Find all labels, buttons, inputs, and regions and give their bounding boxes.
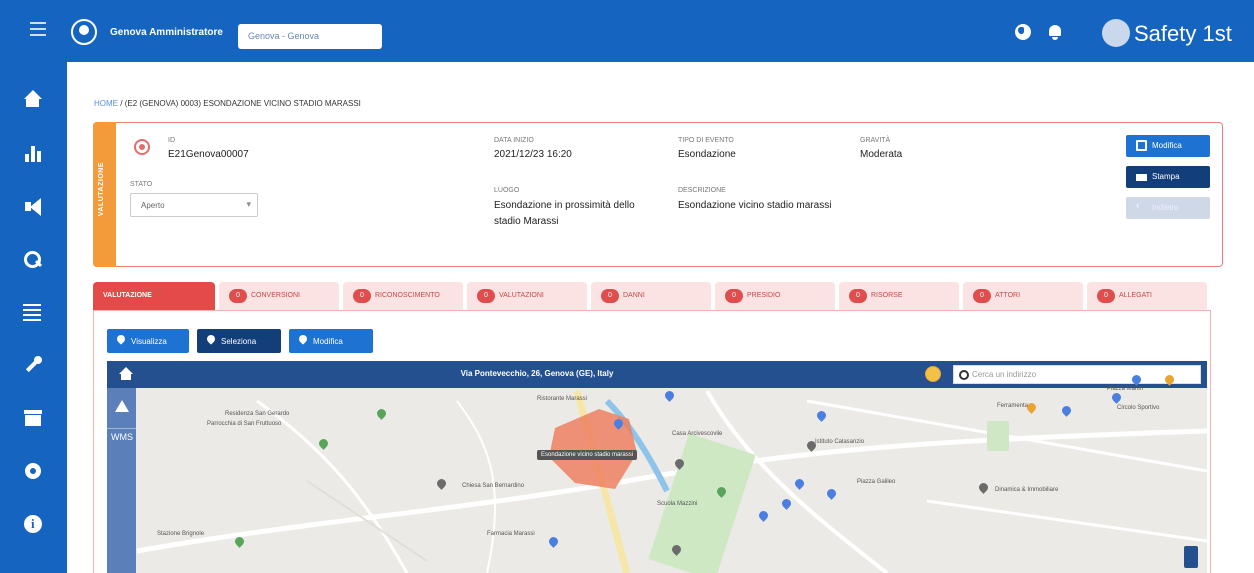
lock-icon[interactable]	[925, 366, 941, 382]
map-layer-control[interactable]	[1184, 546, 1198, 568]
tab-valutazione[interactable]: VALUTAZIONE	[93, 282, 215, 310]
map-place: Casa Arcivescovile	[672, 431, 723, 437]
map-place: Parrocchia di San Fruttuoso	[207, 421, 282, 427]
globe-icon[interactable]	[1015, 24, 1031, 40]
tab-risorse[interactable]: 0 RISORSE	[839, 282, 959, 310]
seleziona-button[interactable]: Seleziona	[197, 329, 281, 353]
target-icon	[134, 139, 150, 155]
tab-presidio[interactable]: 0 PRESIDIO	[715, 282, 835, 310]
breadcrumb-home[interactable]: HOME	[94, 99, 118, 108]
modifica-button[interactable]: Modifica	[1126, 135, 1210, 157]
map-place: Dinamica & Immobiliare	[995, 487, 1059, 493]
user-name: Genova Amministratore	[110, 27, 223, 38]
map-place: Chiesa San Bernardino	[462, 483, 525, 489]
edit-icon	[1136, 140, 1147, 151]
map-search-input[interactable]: Cerca un indirizzo	[953, 365, 1201, 384]
descrizione-label: DESCRIZIONE	[678, 187, 726, 194]
map-place: Ferramenta	[997, 403, 1029, 409]
map-place: Piazza Manin	[1107, 386, 1144, 392]
wms-layer-toggle[interactable]: WMS	[111, 432, 133, 442]
luogo-label: LUOGO	[494, 187, 520, 194]
data-label: DATA INIZIO	[494, 137, 534, 144]
luogo-value-line1: Esondazione in prossimità dello	[494, 200, 635, 211]
search-icon[interactable]	[23, 250, 43, 270]
id-value: E21Genova00007	[168, 149, 249, 160]
top-bar: Genova Amministratore Genova - Genova Sa…	[0, 0, 1254, 62]
archive-icon[interactable]	[23, 408, 43, 428]
list-icon[interactable]	[23, 302, 43, 322]
map-title: Via Pontevecchio, 26, Genova (GE), Italy	[460, 369, 614, 378]
tab-danni[interactable]: 0 DANNI	[591, 282, 711, 310]
gravita-label: GRAVITÀ	[860, 137, 891, 144]
print-icon	[1136, 174, 1147, 181]
info-icon[interactable]	[23, 514, 43, 534]
wrench-icon[interactable]	[23, 355, 43, 375]
megaphone-icon[interactable]	[23, 197, 43, 217]
event-summary-card: VALUTAZIONE ID E21Genova00007 STATO Aper…	[93, 122, 1223, 267]
map-viewer[interactable]: Via Pontevecchio, 26, Genova (GE), Italy…	[107, 361, 1207, 573]
descrizione-value: Esondazione vicino stadio marassi	[678, 200, 832, 211]
luogo-value-line2: stadio Marassi	[494, 216, 559, 227]
gear-icon[interactable]	[23, 461, 43, 481]
map-place: Residenza San Gerardo	[225, 411, 290, 417]
pin-icon	[205, 333, 217, 345]
tab-attori[interactable]: 0 ATTORI	[963, 282, 1083, 310]
hamburger-menu-icon[interactable]	[30, 22, 46, 36]
context-selector[interactable]: Genova - Genova	[238, 24, 382, 49]
brand-logo-icon	[1102, 19, 1130, 47]
event-area-label: Esondazione vicino stadio marassi	[537, 450, 638, 460]
map-place: Ristorante Marassi	[537, 396, 588, 402]
data-value: 2021/12/23 16:20	[494, 149, 572, 160]
warning-icon[interactable]	[115, 400, 129, 412]
map-toolbar: WMS	[107, 388, 136, 573]
visualizza-button[interactable]: Visualizza	[107, 329, 189, 353]
organization-icon[interactable]	[23, 144, 43, 164]
tab-conversioni[interactable]: 0 CONVERSIONI	[219, 282, 339, 310]
map-place: Stazione Brignole	[157, 531, 205, 537]
tipo-label: TIPO DI EVENTO	[678, 137, 734, 144]
stato-select[interactable]: Aperto	[130, 193, 258, 217]
indietro-button[interactable]: ‹ Indietro	[1126, 197, 1210, 219]
map-place: Istituto Calasanzio	[815, 439, 865, 445]
breadcrumb-current: (E2 (GENOVA) 0003) ESONDAZIONE VICINO ST…	[124, 99, 361, 108]
tipo-value: Esondazione	[678, 149, 736, 160]
id-label: ID	[168, 137, 175, 144]
map-place: Scuola Mazzini	[657, 501, 698, 507]
map-place: Circolo Sportivo	[1117, 405, 1160, 411]
map-modifica-button[interactable]: Modifica	[289, 329, 373, 353]
breadcrumb-separator: /	[120, 99, 123, 108]
tab-bar: VALUTAZIONE 0 CONVERSIONI 0 RICONOSCIMENTO…	[93, 282, 1211, 310]
map-place: Piazza Galileo	[857, 479, 896, 485]
brand-name: Safety 1st	[1134, 21, 1232, 46]
stato-label: STATO	[130, 181, 153, 188]
card-status-tag: VALUTAZIONE	[93, 122, 116, 267]
map-header: Via Pontevecchio, 26, Genova (GE), Italy…	[107, 361, 1207, 388]
home-icon[interactable]	[23, 90, 43, 110]
pin-icon	[297, 333, 309, 345]
tab-riconoscimento[interactable]: 0 RICONOSCIMENTO	[343, 282, 463, 310]
sidebar	[0, 62, 67, 573]
gravita-value: Moderata	[860, 149, 903, 160]
stampa-button[interactable]: Stampa	[1126, 166, 1210, 188]
map-toolbar-divider	[107, 428, 136, 429]
breadcrumb: HOME / (E2 (GENOVA) 0003) ESONDAZIONE VI…	[94, 99, 361, 108]
map-roads	[136, 390, 1207, 573]
tab-valutazioni[interactable]: 0 VALUTAZIONI	[467, 282, 587, 310]
tab-allegati[interactable]: 0 ALLEGATI	[1087, 282, 1207, 310]
bell-icon[interactable]	[1046, 23, 1064, 41]
back-arrow-icon: ‹	[1136, 200, 1140, 211]
map-place: Farmacia Marassi	[487, 531, 535, 537]
pin-icon	[115, 333, 127, 345]
main-content: HOME / (E2 (GENOVA) 0003) ESONDAZIONE VI…	[67, 62, 1254, 573]
user-avatar-icon[interactable]	[71, 19, 97, 45]
